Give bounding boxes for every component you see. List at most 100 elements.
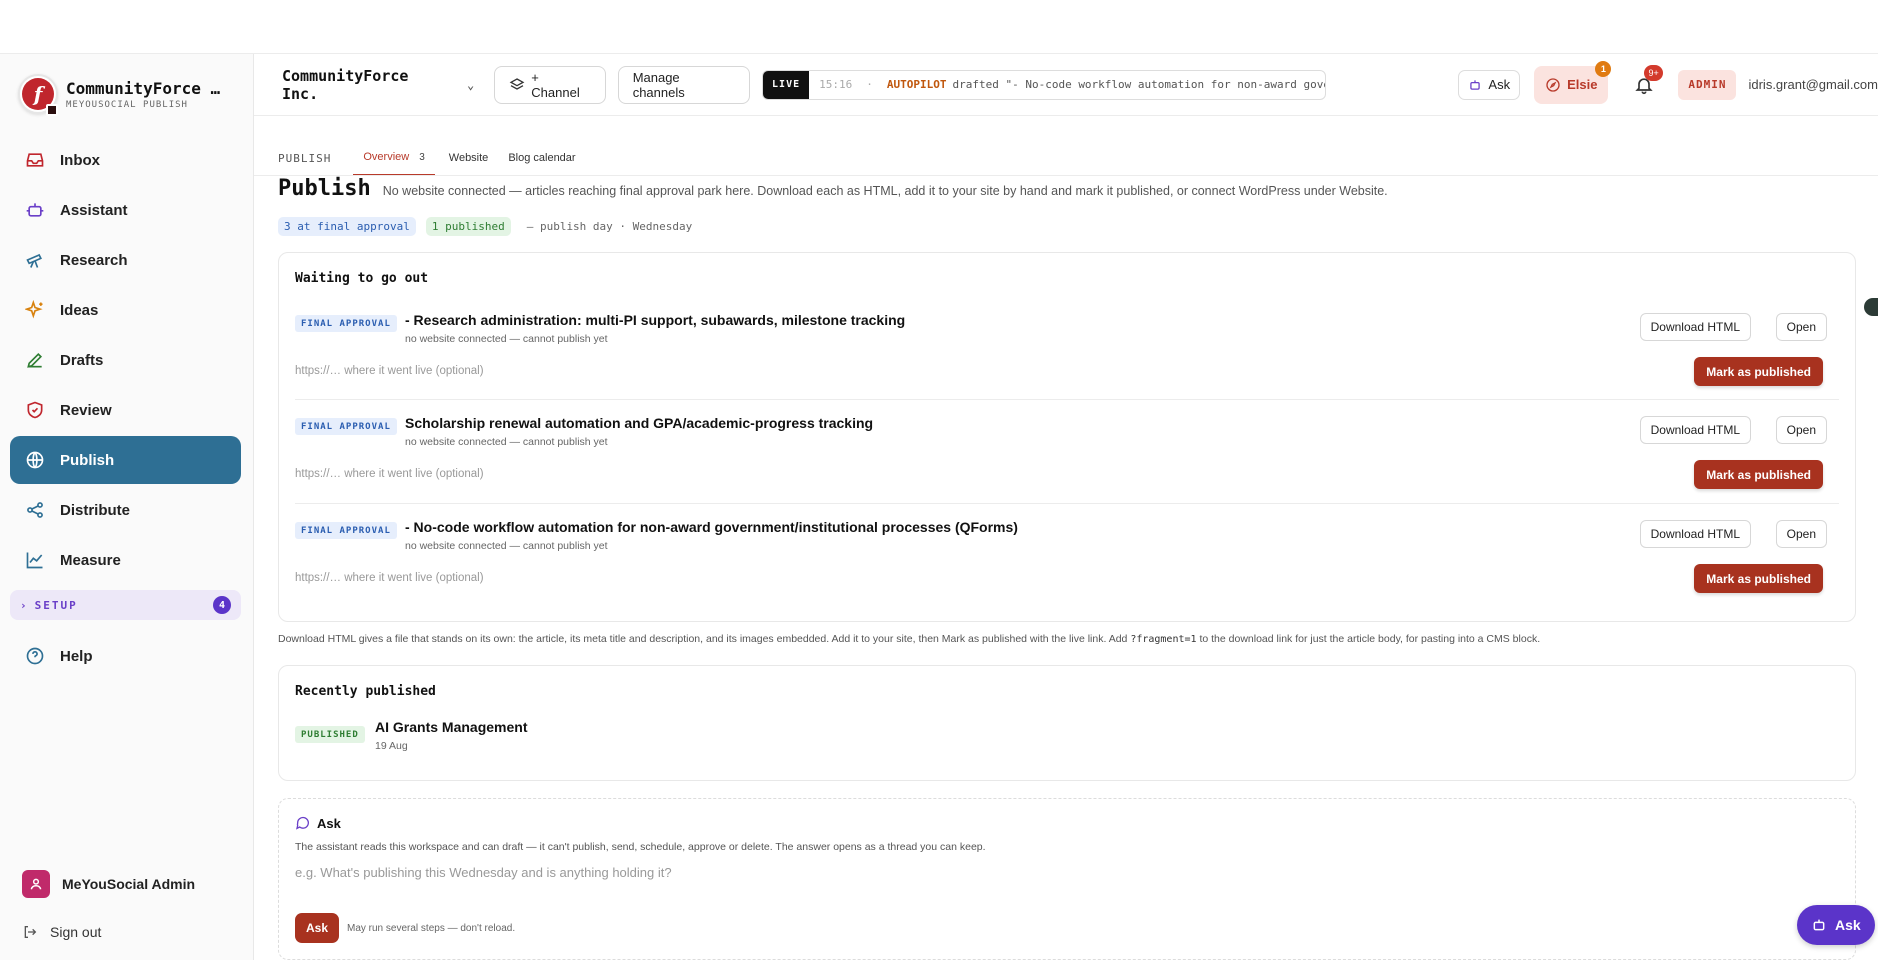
avatar: [22, 870, 50, 898]
live-url-input[interactable]: https://… where it went live (optional): [295, 464, 1395, 484]
open-button[interactable]: Open: [1775, 416, 1827, 444]
telescope-icon: [24, 249, 46, 271]
tab-blog-calendar[interactable]: Blog calendar: [498, 140, 585, 176]
mark-published-button[interactable]: Mark as published: [1694, 564, 1823, 593]
open-button[interactable]: Open: [1775, 520, 1827, 548]
live-activity-ticker[interactable]: LIVE 15:16 · AUTOPILOT drafted "- No-cod…: [762, 69, 1327, 100]
download-html-button[interactable]: Download HTML: [1639, 520, 1751, 548]
note-text-end: to the download link for just the articl…: [1196, 633, 1541, 645]
tab-website[interactable]: Website: [439, 140, 499, 176]
final-approval-chip: 3 at final approval: [278, 217, 416, 236]
nav-item-publish[interactable]: Publish: [10, 436, 241, 484]
layers-icon: [509, 77, 525, 93]
globe-icon: [24, 449, 46, 471]
publish-tabs: PUBLISH Overview 3 Website Blog calendar: [278, 140, 586, 176]
item-title[interactable]: - Research administration: multi-PI supp…: [405, 312, 905, 328]
nav-item-ideas[interactable]: Ideas: [10, 286, 241, 334]
sign-out-button[interactable]: Sign out: [10, 912, 241, 952]
open-button[interactable]: Open: [1775, 313, 1827, 341]
published-item-title[interactable]: AI Grants Management: [375, 719, 527, 735]
list-item: FINAL APPROVAL - Research administration…: [295, 309, 1839, 389]
list-item: FINAL APPROVAL - No-code workflow automa…: [295, 516, 1839, 596]
nav-item-help[interactable]: Help: [10, 632, 241, 680]
main-nav: Inbox Assistant Research Ideas Drafts Re…: [10, 136, 241, 682]
admin-badge: ADMIN: [1678, 69, 1737, 100]
user-email[interactable]: idris.grant@gmail.com: [1748, 77, 1878, 92]
item-title[interactable]: - No-code workflow automation for non-aw…: [405, 519, 1018, 535]
add-channel-button[interactable]: + Channel: [494, 65, 606, 104]
robot-icon: [24, 199, 46, 221]
live-separator: ·: [866, 78, 873, 91]
nav-item-distribute[interactable]: Distribute: [10, 486, 241, 534]
live-url-input[interactable]: https://… where it went live (optional): [295, 361, 1395, 381]
notifications-badge: 9+: [1644, 64, 1663, 81]
download-html-button[interactable]: Download HTML: [1639, 313, 1751, 341]
setup-toggle[interactable]: › SETUP 4: [10, 590, 241, 620]
org-name: CommunityForce Inc.: [282, 66, 409, 103]
note-code: ?fragment=1: [1130, 634, 1197, 645]
manage-channels-button[interactable]: Manage channels: [617, 65, 751, 104]
page-title: Publish: [278, 176, 371, 201]
user-name: MeYouSocial Admin: [62, 876, 196, 892]
live-actor: AUTOPILOT: [886, 78, 947, 91]
nav-label: Distribute: [60, 501, 131, 519]
download-note: Download HTML gives a file that stands o…: [278, 633, 1540, 645]
nav-item-drafts[interactable]: Drafts: [10, 336, 241, 384]
setup-label: SETUP: [34, 598, 78, 612]
nav-label: Ideas: [60, 301, 99, 319]
compass-icon: [1545, 77, 1561, 93]
nav-item-assistant[interactable]: Assistant: [10, 186, 241, 234]
recent-title: Recently published: [295, 684, 436, 699]
mark-published-button[interactable]: Mark as published: [1694, 357, 1823, 386]
help-circle-icon: [24, 645, 46, 667]
mark-published-button[interactable]: Mark as published: [1694, 460, 1823, 489]
nav-label: Research: [60, 251, 128, 269]
chat-bubble-icon: [295, 815, 311, 831]
published-item-date: 19 Aug: [375, 740, 408, 752]
side-handle[interactable]: [1864, 298, 1878, 316]
ask-submit-button[interactable]: Ask: [295, 913, 340, 943]
download-html-button[interactable]: Download HTML: [1639, 416, 1751, 444]
nav-item-review[interactable]: Review: [10, 386, 241, 434]
brand[interactable]: f CommunityForce … MEYOUSOCIAL PUBLISH: [18, 74, 220, 116]
ask-hint: May run several steps — don't reload.: [347, 923, 516, 934]
tab-section-label: PUBLISH: [278, 151, 332, 165]
floating-ask-button[interactable]: Ask: [1797, 905, 1875, 945]
final-approval-badge: FINAL APPROVAL: [295, 315, 397, 332]
user-profile[interactable]: MeYouSocial Admin: [10, 864, 241, 904]
header-ask-button[interactable]: Ask: [1458, 69, 1521, 100]
nav-item-research[interactable]: Research: [10, 236, 241, 284]
recently-published-card: Recently published PUBLISHED AI Grants M…: [278, 665, 1856, 781]
chevron-down-icon: ⌄: [467, 77, 475, 92]
live-url-input[interactable]: https://… where it went live (optional): [295, 568, 1395, 588]
nav-item-measure[interactable]: Measure: [10, 536, 241, 584]
tab-overview[interactable]: Overview 3: [353, 140, 435, 176]
published-badge: PUBLISHED: [295, 726, 365, 743]
nav-label: Measure: [60, 551, 121, 569]
brand-subtitle: MEYOUSOCIAL PUBLISH: [66, 99, 188, 110]
ask-panel-description: The assistant reads this workspace and c…: [295, 841, 986, 853]
live-tag: LIVE: [763, 70, 810, 99]
elsie-button[interactable]: Elsie 1: [1534, 60, 1612, 104]
item-title[interactable]: Scholarship renewal automation and GPA/a…: [405, 415, 873, 431]
publish-day: — publish day · Wednesday: [526, 220, 693, 233]
nav-item-inbox[interactable]: Inbox: [10, 136, 241, 184]
chart-line-icon: [24, 549, 46, 571]
waiting-title: Waiting to go out: [295, 271, 429, 286]
page-header: Publish No website connected — articles …: [278, 176, 1388, 201]
browser-top-bar: [0, 0, 1878, 54]
org-switcher[interactable]: CommunityForce Inc. ⌄: [282, 67, 474, 103]
notifications-button[interactable]: 9+: [1630, 64, 1663, 99]
sign-out-label: Sign out: [50, 924, 102, 940]
add-channel-label: + Channel: [531, 69, 580, 100]
item-status: no website connected — cannot publish ye…: [405, 540, 608, 552]
live-message: drafted "- No-code workflow automation f…: [952, 78, 1326, 91]
ask-panel-title: Ask: [317, 815, 341, 831]
ask-textarea[interactable]: e.g. What's publishing this Wednesday an…: [295, 861, 1839, 903]
nav-label: Review: [60, 401, 112, 419]
nav-label: Publish: [60, 451, 115, 469]
robot-icon: [1811, 917, 1827, 933]
live-time: 15:16: [819, 78, 853, 91]
item-status: no website connected — cannot publish ye…: [405, 333, 608, 345]
ask-panel-header: Ask: [295, 815, 341, 831]
